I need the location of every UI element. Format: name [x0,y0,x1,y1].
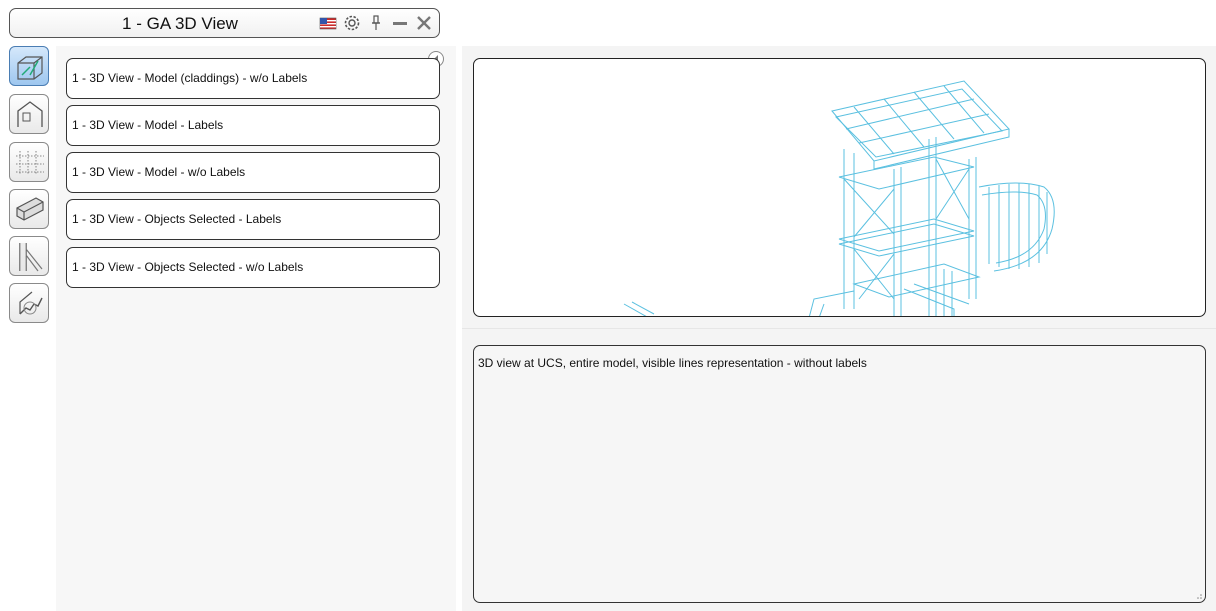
3d-frame-icon [17,56,43,80]
view-item-model-wo-labels[interactable]: 1 - 3D View - Model - w/o Labels [66,152,440,193]
beam-section-icon [16,197,44,221]
3d-view-button[interactable] [9,46,49,86]
model-preview[interactable] [473,58,1206,317]
minimize-icon[interactable] [391,14,409,32]
view-item-objects-selected-wo-labels[interactable]: 1 - 3D View - Objects Selected - w/o Lab… [66,247,440,288]
view-item-model-labels[interactable]: 1 - 3D View - Model - Labels [66,105,440,146]
view-item-model-claddings-wo-labels[interactable]: 1 - 3D View - Model (claddings) - w/o La… [66,58,440,99]
view-item-objects-selected-labels[interactable]: 1 - 3D View - Objects Selected - Labels [66,199,440,240]
title-bar-icons [319,14,433,32]
resize-grip-icon[interactable] [1195,592,1203,600]
window-title-bar[interactable]: 1 - GA 3D View [9,8,440,38]
stair-view-button[interactable] [9,283,49,323]
grid-icon [16,151,44,175]
flag-icon[interactable] [319,14,337,32]
gear-icon[interactable] [343,14,361,32]
window-title: 1 - GA 3D View [122,14,238,33]
stair-icon [19,291,43,315]
house-outline-icon [17,101,43,127]
model-wireframe-image [623,80,1055,316]
panel-divider[interactable] [462,328,1216,329]
description-text: 3D view at UCS, entire model, visible li… [478,356,867,370]
grid-view-button[interactable] [9,142,49,182]
detail-view-button[interactable] [9,236,49,276]
view-description[interactable]: 3D view at UCS, entire model, visible li… [473,345,1206,603]
column-detail-icon [19,243,43,272]
section-view-button[interactable] [9,189,49,229]
elevation-view-button[interactable] [9,94,49,134]
pin-icon[interactable] [367,14,385,32]
close-icon[interactable] [415,14,433,32]
